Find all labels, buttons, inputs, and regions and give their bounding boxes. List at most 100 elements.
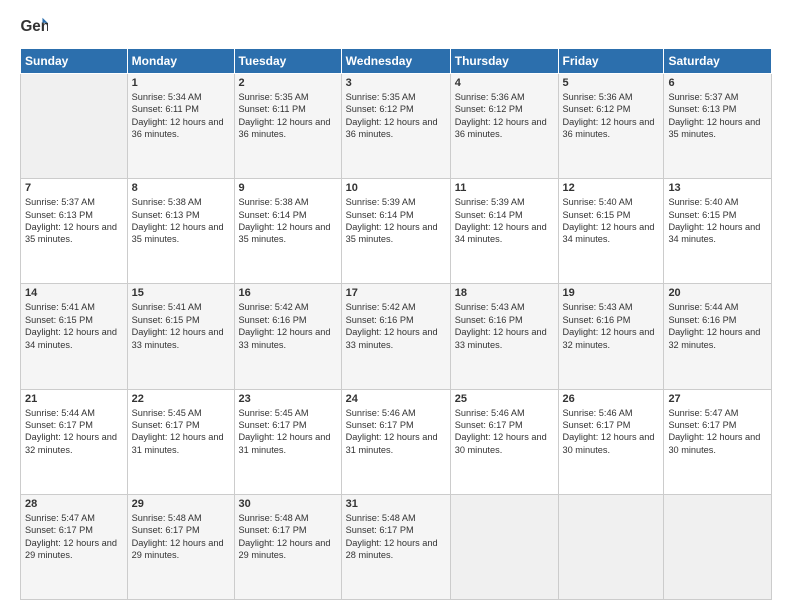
calendar-cell	[450, 494, 558, 599]
calendar-cell: 26Sunrise: 5:46 AMSunset: 6:17 PMDayligh…	[558, 389, 664, 494]
header-wednesday: Wednesday	[341, 49, 450, 74]
calendar-cell: 22 Sunrise: 5:45 AMSunset: 6:17 PMDayligh…	[127, 389, 234, 494]
day-number: 16	[239, 287, 337, 299]
day-number: 29	[132, 498, 230, 510]
cell-content: Sunrise: 5:37 AMSunset: 6:13 PMDaylight:…	[668, 91, 767, 141]
day-number: 10	[346, 182, 446, 194]
cell-content: Sunrise: 5:45 AMSunset: 6:17 PMDaylight:…	[132, 407, 230, 457]
cell-content: Sunrise: 5:48 AMSunset: 6:17 PMDaylight:…	[346, 512, 446, 562]
header-thursday: Thursday	[450, 49, 558, 74]
calendar-cell: 11 Sunrise: 5:39 AMSunset: 6:14 PMDayligh…	[450, 179, 558, 284]
cell-content: Sunrise: 5:43 AMSunset: 6:16 PMDaylight:…	[455, 301, 554, 351]
day-number: 23	[239, 393, 337, 405]
day-number: 7	[25, 182, 123, 194]
calendar-cell: 12 Sunrise: 5:40 AMSunset: 6:15 PMDayligh…	[558, 179, 664, 284]
day-number: 27	[668, 393, 767, 405]
day-number: 30	[239, 498, 337, 510]
cell-content: Sunrise: 5:40 AMSunset: 6:15 PMDaylight:…	[563, 196, 660, 246]
calendar-cell: 28Sunrise: 5:47 AMSunset: 6:17 PMDayligh…	[21, 494, 128, 599]
cell-content: Sunrise: 5:47 AMSunset: 6:17 PMDaylight:…	[668, 407, 767, 457]
calendar-table: Sunday Monday Tuesday Wednesday Thursday…	[20, 48, 772, 600]
cell-content: Sunrise: 5:36 AMSunset: 6:12 PMDaylight:…	[455, 91, 554, 141]
day-number: 21	[25, 393, 123, 405]
week-row-2: 7 Sunrise: 5:37 AMSunset: 6:13 PMDaylight…	[21, 179, 772, 284]
calendar-cell: 27 Sunrise: 5:47 AMSunset: 6:17 PMDayligh…	[664, 389, 772, 494]
cell-content: Sunrise: 5:44 AMSunset: 6:16 PMDaylight:…	[668, 301, 767, 351]
calendar-cell: 20Sunrise: 5:44 AMSunset: 6:16 PMDayligh…	[664, 284, 772, 389]
cell-content: Sunrise: 5:38 AMSunset: 6:14 PMDaylight:…	[239, 196, 337, 246]
calendar-cell: 25Sunrise: 5:46 AMSunset: 6:17 PMDayligh…	[450, 389, 558, 494]
week-row-4: 21 Sunrise: 5:44 AMSunset: 6:17 PMDayligh…	[21, 389, 772, 494]
day-number: 19	[563, 287, 660, 299]
header: General	[20, 16, 772, 38]
header-tuesday: Tuesday	[234, 49, 341, 74]
cell-content: Sunrise: 5:42 AMSunset: 6:16 PMDaylight:…	[346, 301, 446, 351]
day-number: 12	[563, 182, 660, 194]
header-friday: Friday	[558, 49, 664, 74]
cell-content: Sunrise: 5:46 AMSunset: 6:17 PMDaylight:…	[563, 407, 660, 457]
calendar-cell: 3 Sunrise: 5:35 AMSunset: 6:12 PMDaylight…	[341, 74, 450, 179]
cell-content: Sunrise: 5:40 AMSunset: 6:15 PMDaylight:…	[668, 196, 767, 246]
header-monday: Monday	[127, 49, 234, 74]
calendar-cell: 21 Sunrise: 5:44 AMSunset: 6:17 PMDayligh…	[21, 389, 128, 494]
calendar-cell: 31 Sunrise: 5:48 AMSunset: 6:17 PMDayligh…	[341, 494, 450, 599]
page: General Sunday Monday Tuesday Wednesday …	[0, 0, 792, 612]
cell-content: Sunrise: 5:48 AMSunset: 6:17 PMDaylight:…	[239, 512, 337, 562]
cell-content: Sunrise: 5:41 AMSunset: 6:15 PMDaylight:…	[132, 301, 230, 351]
day-number: 18	[455, 287, 554, 299]
day-number: 24	[346, 393, 446, 405]
cell-content: Sunrise: 5:35 AMSunset: 6:11 PMDaylight:…	[239, 91, 337, 141]
day-number: 28	[25, 498, 123, 510]
cell-content: Sunrise: 5:35 AMSunset: 6:12 PMDaylight:…	[346, 91, 446, 141]
cell-content: Sunrise: 5:37 AMSunset: 6:13 PMDaylight:…	[25, 196, 123, 246]
day-number: 8	[132, 182, 230, 194]
calendar-cell: 19Sunrise: 5:43 AMSunset: 6:16 PMDayligh…	[558, 284, 664, 389]
week-row-3: 14Sunrise: 5:41 AMSunset: 6:15 PMDayligh…	[21, 284, 772, 389]
calendar-cell	[21, 74, 128, 179]
cell-content: Sunrise: 5:44 AMSunset: 6:17 PMDaylight:…	[25, 407, 123, 457]
day-number: 3	[346, 77, 446, 89]
calendar-cell: 15 Sunrise: 5:41 AMSunset: 6:15 PMDayligh…	[127, 284, 234, 389]
day-number: 2	[239, 77, 337, 89]
cell-content: Sunrise: 5:38 AMSunset: 6:13 PMDaylight:…	[132, 196, 230, 246]
calendar-cell: 23 Sunrise: 5:45 AMSunset: 6:17 PMDayligh…	[234, 389, 341, 494]
day-number: 1	[132, 77, 230, 89]
calendar-cell: 9 Sunrise: 5:38 AMSunset: 6:14 PMDaylight…	[234, 179, 341, 284]
calendar-cell	[664, 494, 772, 599]
cell-content: Sunrise: 5:48 AMSunset: 6:17 PMDaylight:…	[132, 512, 230, 562]
day-number: 6	[668, 77, 767, 89]
day-number: 11	[455, 182, 554, 194]
day-number: 15	[132, 287, 230, 299]
day-number: 9	[239, 182, 337, 194]
calendar-cell: 13 Sunrise: 5:40 AMSunset: 6:15 PMDayligh…	[664, 179, 772, 284]
calendar-cell: 7 Sunrise: 5:37 AMSunset: 6:13 PMDaylight…	[21, 179, 128, 284]
cell-content: Sunrise: 5:41 AMSunset: 6:15 PMDaylight:…	[25, 301, 123, 351]
header-saturday: Saturday	[664, 49, 772, 74]
cell-content: Sunrise: 5:45 AMSunset: 6:17 PMDaylight:…	[239, 407, 337, 457]
day-number: 13	[668, 182, 767, 194]
header-sunday: Sunday	[21, 49, 128, 74]
calendar-cell: 4 Sunrise: 5:36 AMSunset: 6:12 PMDaylight…	[450, 74, 558, 179]
cell-content: Sunrise: 5:42 AMSunset: 6:16 PMDaylight:…	[239, 301, 337, 351]
cell-content: Sunrise: 5:46 AMSunset: 6:17 PMDaylight:…	[346, 407, 446, 457]
calendar-cell: 30 Sunrise: 5:48 AMSunset: 6:17 PMDayligh…	[234, 494, 341, 599]
logo: General	[20, 16, 52, 38]
calendar-cell: 29 Sunrise: 5:48 AMSunset: 6:17 PMDayligh…	[127, 494, 234, 599]
generalblue-logo-icon: General	[20, 16, 48, 38]
calendar-cell: 8 Sunrise: 5:38 AMSunset: 6:13 PMDaylight…	[127, 179, 234, 284]
calendar-cell: 14Sunrise: 5:41 AMSunset: 6:15 PMDayligh…	[21, 284, 128, 389]
day-number: 4	[455, 77, 554, 89]
day-number: 22	[132, 393, 230, 405]
calendar-cell: 17Sunrise: 5:42 AMSunset: 6:16 PMDayligh…	[341, 284, 450, 389]
cell-content: Sunrise: 5:39 AMSunset: 6:14 PMDaylight:…	[455, 196, 554, 246]
cell-content: Sunrise: 5:39 AMSunset: 6:14 PMDaylight:…	[346, 196, 446, 246]
calendar-cell: 2 Sunrise: 5:35 AMSunset: 6:11 PMDaylight…	[234, 74, 341, 179]
day-number: 31	[346, 498, 446, 510]
calendar-cell	[558, 494, 664, 599]
calendar-cell: 5Sunrise: 5:36 AMSunset: 6:12 PMDaylight…	[558, 74, 664, 179]
calendar-cell: 10 Sunrise: 5:39 AMSunset: 6:14 PMDayligh…	[341, 179, 450, 284]
calendar-cell: 6 Sunrise: 5:37 AMSunset: 6:13 PMDaylight…	[664, 74, 772, 179]
calendar-cell: 1Sunrise: 5:34 AMSunset: 6:11 PMDaylight…	[127, 74, 234, 179]
week-row-1: 1Sunrise: 5:34 AMSunset: 6:11 PMDaylight…	[21, 74, 772, 179]
weekday-header-row: Sunday Monday Tuesday Wednesday Thursday…	[21, 49, 772, 74]
